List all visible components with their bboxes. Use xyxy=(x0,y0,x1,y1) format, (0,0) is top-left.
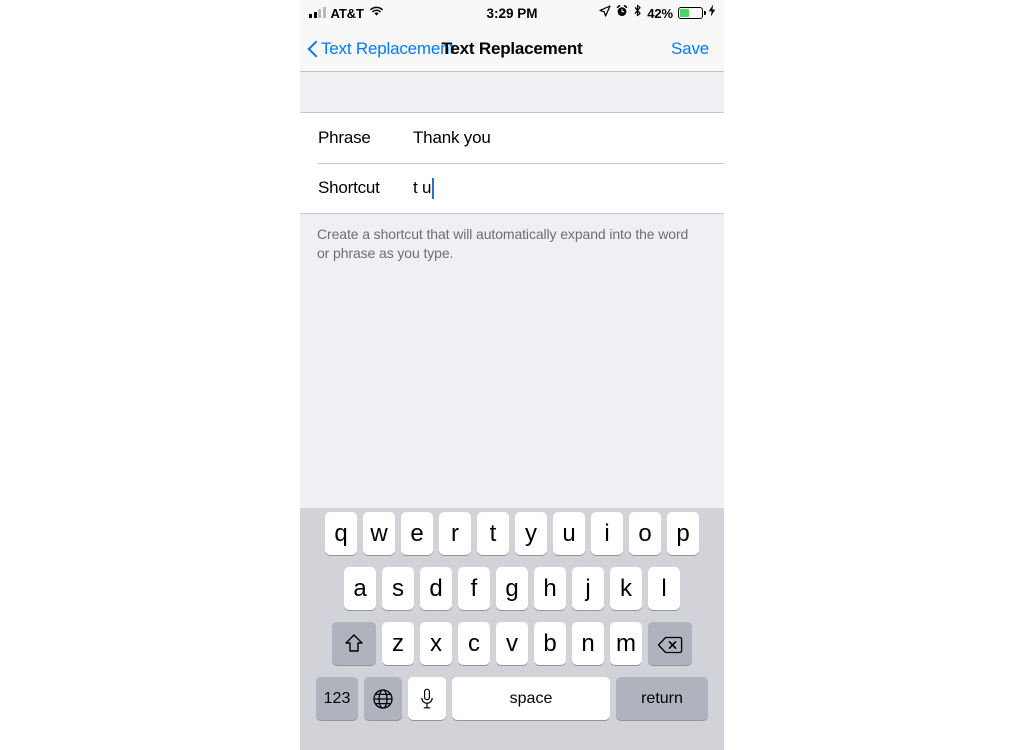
status-bar: AT&T 3:29 PM 42% xyxy=(300,0,724,26)
phrase-label: Phrase xyxy=(318,128,371,147)
shortcut-row[interactable]: Shortcut t u xyxy=(300,163,724,213)
keyboard-row-4: 123 space return xyxy=(300,677,724,720)
key-f[interactable]: f xyxy=(458,567,490,610)
keyboard-row-2: a s d f g h j k l xyxy=(300,567,724,610)
shift-key[interactable] xyxy=(332,622,376,665)
back-button-label: Text Replacement xyxy=(321,38,454,58)
microphone-icon xyxy=(420,688,434,710)
save-button[interactable]: Save xyxy=(671,39,709,59)
alarm-clock-icon xyxy=(616,4,628,22)
key-u[interactable]: u xyxy=(553,512,585,555)
key-g[interactable]: g xyxy=(496,567,528,610)
text-replacement-form: Phrase Thank you Shortcut t u xyxy=(300,113,724,213)
space-key[interactable]: space xyxy=(452,677,610,720)
key-d[interactable]: d xyxy=(420,567,452,610)
key-m[interactable]: m xyxy=(610,622,642,665)
shift-arrow-icon xyxy=(344,633,364,654)
shortcut-input[interactable]: t u xyxy=(413,177,435,199)
numbers-key[interactable]: 123 xyxy=(316,677,358,720)
battery-icon xyxy=(678,7,706,19)
key-t[interactable]: t xyxy=(477,512,509,555)
status-bar-right: 42% xyxy=(599,0,716,26)
shortcut-label: Shortcut xyxy=(318,178,380,197)
key-k[interactable]: k xyxy=(610,567,642,610)
key-z[interactable]: z xyxy=(382,622,414,665)
on-screen-keyboard[interactable]: q w e r t y u i o p a s d f g h j k l z … xyxy=(300,508,724,750)
key-s[interactable]: s xyxy=(382,567,414,610)
footer-help-text: Create a shortcut that will automaticall… xyxy=(317,225,689,261)
keyboard-row-3: z x c v b n m xyxy=(300,622,724,665)
key-h[interactable]: h xyxy=(534,567,566,610)
key-v[interactable]: v xyxy=(496,622,528,665)
key-q[interactable]: q xyxy=(325,512,357,555)
section-header-spacer xyxy=(300,72,724,113)
key-x[interactable]: x xyxy=(420,622,452,665)
key-l[interactable]: l xyxy=(648,567,680,610)
backspace-key[interactable] xyxy=(648,622,692,665)
key-a[interactable]: a xyxy=(344,567,376,610)
location-arrow-icon xyxy=(599,4,611,22)
key-y[interactable]: y xyxy=(515,512,547,555)
text-cursor xyxy=(432,177,435,199)
dictation-key[interactable] xyxy=(408,677,446,720)
phrase-value: Thank you xyxy=(413,128,491,147)
charging-bolt-icon xyxy=(708,4,716,22)
navigation-bar: Text Replacement Text Replacement Save xyxy=(300,26,724,72)
key-b[interactable]: b xyxy=(534,622,566,665)
key-n[interactable]: n xyxy=(572,622,604,665)
key-e[interactable]: e xyxy=(401,512,433,555)
settings-content: Phrase Thank you Shortcut t u Create a s… xyxy=(300,72,724,535)
keyboard-row-1: q w e r t y u i o p xyxy=(300,512,724,555)
key-c[interactable]: c xyxy=(458,622,490,665)
iphone-screen: AT&T 3:29 PM 42% Text Replacement Text R… xyxy=(300,0,724,750)
key-r[interactable]: r xyxy=(439,512,471,555)
delete-backspace-icon xyxy=(657,634,683,654)
globe-icon xyxy=(372,688,394,710)
chevron-left-icon xyxy=(308,40,319,58)
key-j[interactable]: j xyxy=(572,567,604,610)
key-w[interactable]: w xyxy=(363,512,395,555)
key-p[interactable]: p xyxy=(667,512,699,555)
clock-label: 3:29 PM xyxy=(486,5,538,21)
key-o[interactable]: o xyxy=(629,512,661,555)
battery-percent-label: 42% xyxy=(647,5,673,21)
screenshot-canvas: AT&T 3:29 PM 42% Text Replacement Text R… xyxy=(0,0,1024,750)
shortcut-value: t u xyxy=(413,178,432,197)
bluetooth-icon xyxy=(633,4,642,22)
phrase-input[interactable]: Thank you xyxy=(413,128,491,148)
return-key[interactable]: return xyxy=(616,677,708,720)
phrase-row[interactable]: Phrase Thank you xyxy=(300,113,724,163)
back-button[interactable]: Text Replacement xyxy=(308,39,454,59)
key-i[interactable]: i xyxy=(591,512,623,555)
globe-key[interactable] xyxy=(364,677,402,720)
